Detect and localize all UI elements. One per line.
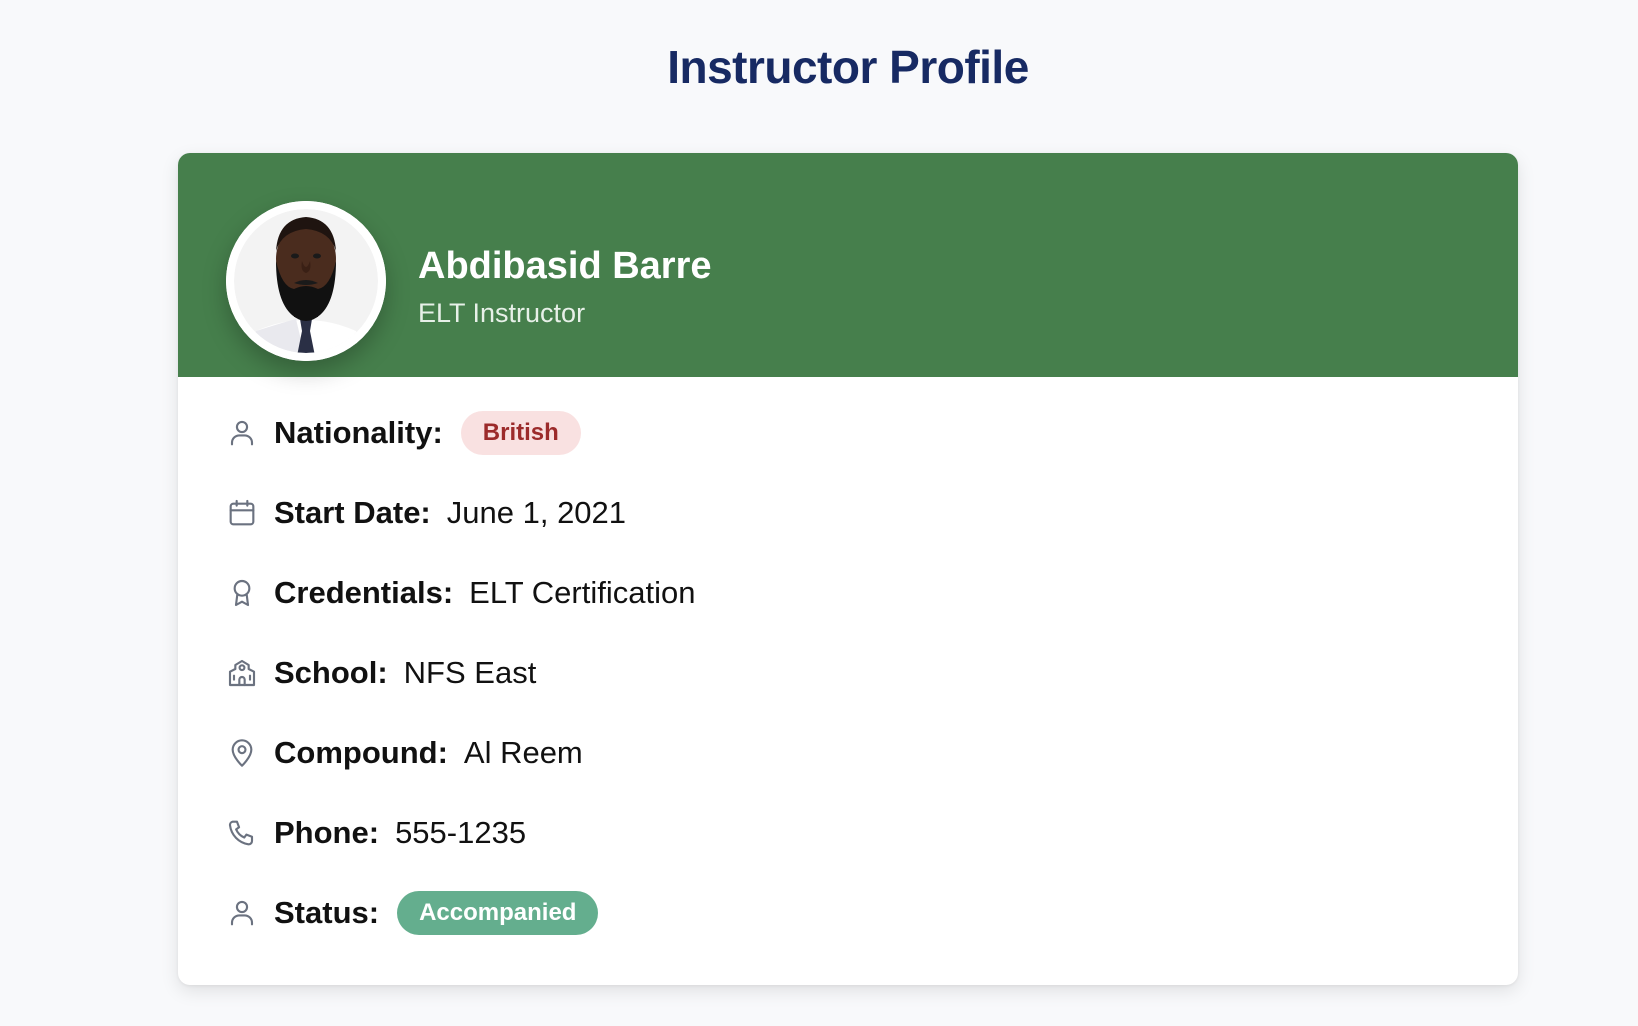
details-list: Nationality: British Start Date: June 1,… bbox=[226, 411, 1426, 971]
school-value: NFS East bbox=[403, 655, 537, 690]
profile-header: Abdibasid Barre ELT Instructor bbox=[178, 153, 1518, 377]
detail-row-school: School: NFS East bbox=[226, 651, 1426, 731]
detail-row-compound: Compound: Al Reem bbox=[226, 731, 1426, 811]
user-icon bbox=[226, 897, 258, 929]
detail-row-credentials: Credentials: ELT Certification bbox=[226, 571, 1426, 651]
phone-value: 555-1235 bbox=[395, 815, 527, 850]
status-label: Status: bbox=[274, 895, 380, 930]
avatar bbox=[226, 201, 386, 361]
start-date-value: June 1, 2021 bbox=[446, 495, 627, 530]
nationality-label: Nationality: bbox=[274, 415, 443, 450]
user-icon bbox=[226, 417, 258, 449]
school-label: School: bbox=[274, 655, 388, 690]
phone-label: Phone: bbox=[274, 815, 380, 850]
detail-row-status: Status: Accompanied bbox=[226, 891, 1426, 971]
detail-row-phone: Phone: 555-1235 bbox=[226, 811, 1426, 891]
award-icon bbox=[226, 577, 258, 609]
detail-row-start-date: Start Date: June 1, 2021 bbox=[226, 491, 1426, 571]
page-title: Instructor Profile bbox=[667, 41, 1029, 93]
calendar-icon bbox=[226, 497, 258, 529]
school-icon bbox=[226, 657, 258, 689]
detail-row-nationality: Nationality: British bbox=[226, 411, 1426, 491]
phone-icon bbox=[226, 817, 258, 849]
instructor-role: ELT Instructor bbox=[418, 298, 586, 328]
credentials-value: ELT Certification bbox=[469, 575, 696, 610]
compound-value: Al Reem bbox=[463, 735, 583, 770]
start-date-label: Start Date: bbox=[274, 495, 431, 530]
compound-label: Compound: bbox=[274, 735, 448, 770]
credentials-label: Credentials: bbox=[274, 575, 454, 610]
profile-card: Abdibasid Barre ELT Instructor Nationali… bbox=[178, 153, 1518, 985]
nationality-badge: British bbox=[460, 411, 581, 455]
status-badge: Accompanied bbox=[397, 891, 599, 935]
map-pin-icon bbox=[226, 737, 258, 769]
avatar-photo bbox=[226, 201, 386, 361]
instructor-name: Abdibasid Barre bbox=[418, 245, 712, 287]
